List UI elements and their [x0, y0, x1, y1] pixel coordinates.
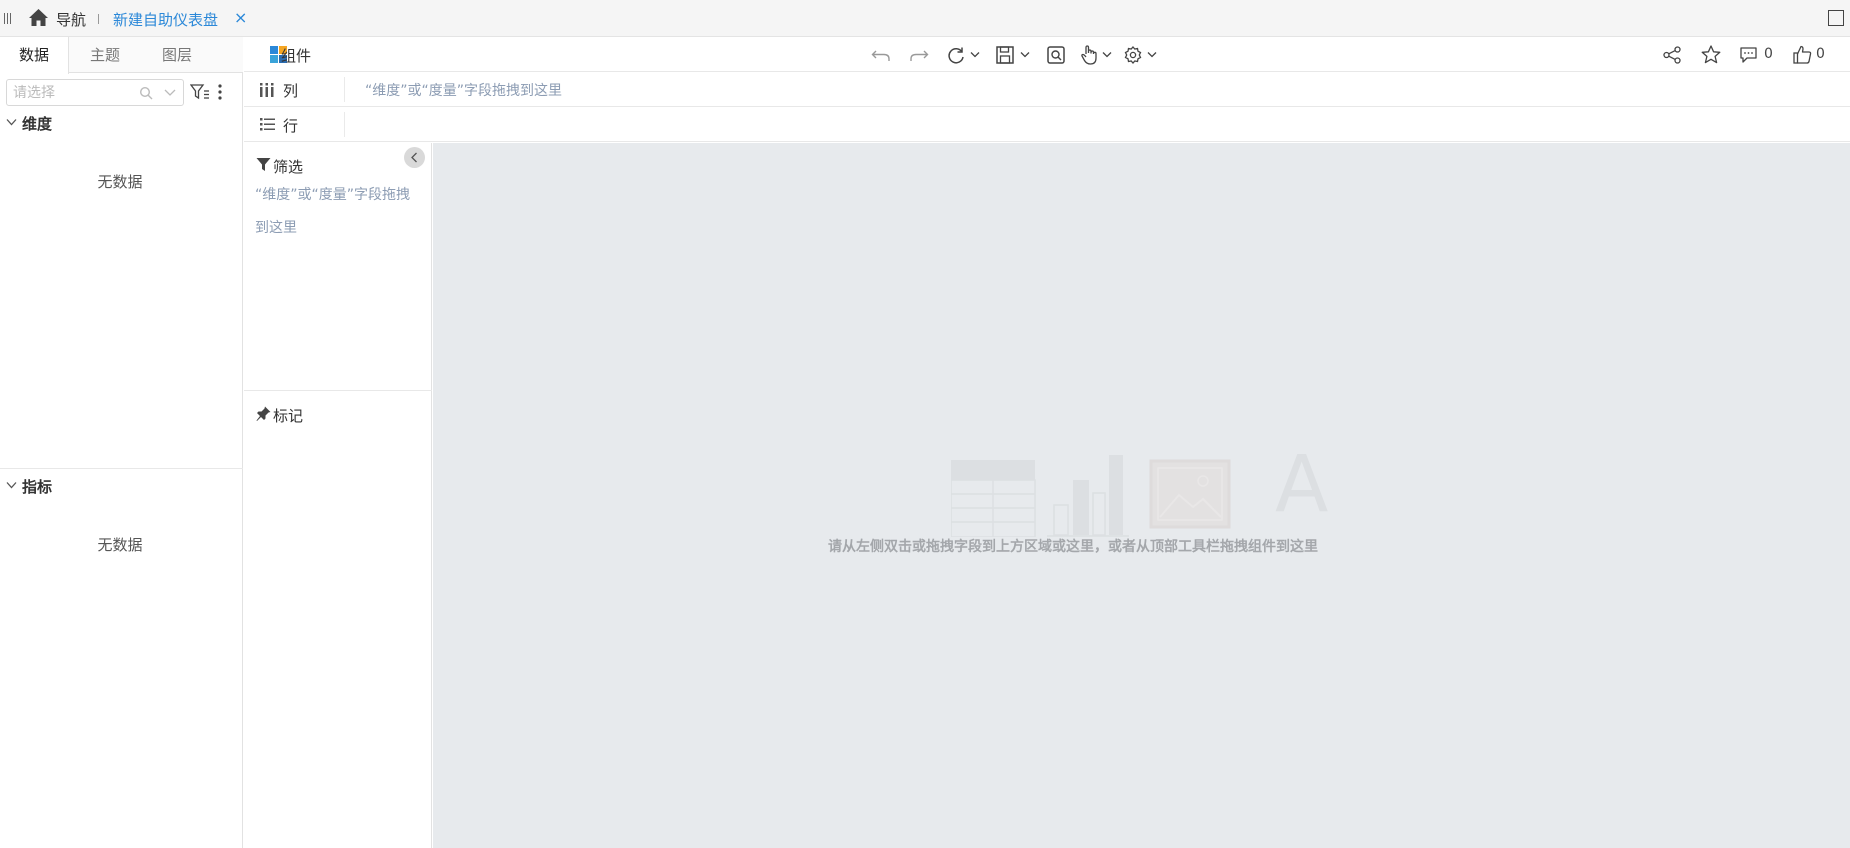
- favorite-star-icon[interactable]: [1701, 45, 1721, 64]
- redo-icon[interactable]: [909, 47, 929, 63]
- image-placeholder-icon: [1149, 459, 1231, 529]
- left-panel-tabs: 数据 主题 图层: [0, 37, 243, 74]
- chevron-down-icon[interactable]: [970, 51, 980, 59]
- filter-options-icon[interactable]: [190, 83, 210, 101]
- chevron-down-icon[interactable]: [1020, 51, 1030, 59]
- tab-layers[interactable]: 图层: [141, 37, 213, 73]
- chevron-down-icon[interactable]: [1147, 51, 1157, 59]
- filter-drop-hint[interactable]: “维度”或“度量”字段拖拽到这里: [255, 179, 415, 245]
- mark-title: 标记: [273, 407, 304, 425]
- components-label: 组件: [281, 47, 312, 65]
- field-search-input[interactable]: [13, 84, 133, 102]
- save-icon[interactable]: [996, 46, 1014, 64]
- top-tab-bar: 导航 新建自助仪表盘 ×: [0, 0, 1850, 37]
- dimensions-section-header[interactable]: 维度: [0, 111, 243, 135]
- close-tab-icon[interactable]: ×: [234, 9, 247, 27]
- more-vertical-icon[interactable]: [217, 83, 223, 101]
- measures-section-header[interactable]: 指标: [0, 474, 243, 498]
- like-count: 0: [1816, 46, 1825, 62]
- settings-gear-icon[interactable]: [1124, 46, 1142, 64]
- share-icon[interactable]: [1662, 46, 1682, 64]
- undo-icon[interactable]: [871, 47, 891, 63]
- filter-mark-panel: 筛选 “维度”或“度量”字段拖拽到这里 标记: [244, 143, 432, 848]
- comment-count: 0: [1764, 46, 1773, 62]
- filter-title: 筛选: [273, 158, 304, 176]
- rows-shelf[interactable]: 行: [244, 107, 1850, 142]
- bar-chart-placeholder-icon: [1047, 455, 1129, 537]
- section-divider: [0, 468, 243, 469]
- field-search-box[interactable]: [6, 79, 184, 106]
- maximize-icon[interactable]: [1828, 10, 1844, 26]
- columns-shelf[interactable]: 列 “维度”或“度量”字段拖拽到这里: [244, 72, 1850, 107]
- dimensions-title: 维度: [22, 115, 53, 133]
- refresh-icon[interactable]: [946, 46, 966, 64]
- chevron-left-icon: [411, 152, 417, 163]
- home-icon[interactable]: [28, 8, 49, 27]
- shelf-divider: [344, 77, 345, 102]
- interaction-hand-icon[interactable]: [1080, 45, 1098, 65]
- tab-theme[interactable]: 主题: [69, 37, 141, 73]
- columns-drop-hint: “维度”或“度量”字段拖拽到这里: [365, 83, 563, 99]
- tab-data[interactable]: 数据: [0, 37, 69, 74]
- dimensions-empty-text: 无数据: [97, 173, 143, 191]
- filter-icon: [256, 158, 271, 171]
- columns-icon: [260, 83, 274, 97]
- nav-tab-label[interactable]: 导航: [56, 9, 86, 30]
- preview-icon[interactable]: [1047, 46, 1065, 64]
- panel-divider: [244, 390, 432, 391]
- components-button[interactable]: 组件: [256, 37, 336, 72]
- rows-list-icon: [260, 118, 275, 131]
- chevron-down-icon: [6, 119, 17, 126]
- canvas-empty-hint: 请从左侧双击或拖拽字段到上方区域或这里，或者从顶部工具栏拖拽组件到这里: [828, 539, 1318, 555]
- toolbar: 组件 0 0: [244, 37, 1850, 72]
- tab-new-dashboard[interactable]: 新建自助仪表盘: [113, 9, 218, 30]
- like-thumb-icon[interactable]: [1793, 45, 1812, 64]
- search-icon[interactable]: [139, 86, 153, 100]
- measures-title: 指标: [22, 478, 53, 496]
- measures-empty-text: 无数据: [97, 536, 143, 554]
- chevron-down-icon[interactable]: [1102, 51, 1112, 59]
- table-placeholder-icon: [951, 460, 1036, 537]
- dashboard-canvas[interactable]: A 请从左侧双击或拖拽字段到上方区域或这里，或者从顶部工具栏拖拽组件到这里: [433, 143, 1850, 848]
- comment-icon[interactable]: [1739, 46, 1758, 64]
- tab-separator: [98, 14, 99, 24]
- rows-label: 行: [283, 117, 299, 135]
- pin-icon: [256, 406, 271, 421]
- text-placeholder-icon: A: [1275, 440, 1329, 530]
- chevron-down-icon[interactable]: [164, 88, 176, 98]
- shelf-divider: [344, 112, 345, 137]
- columns-label: 列: [283, 82, 299, 100]
- data-panel: 数据 主题 图层 维度 无数据 指标 无数据: [0, 37, 243, 848]
- collapse-panel-button[interactable]: [404, 147, 425, 168]
- chevron-down-icon: [6, 482, 17, 489]
- grip-icon[interactable]: [4, 13, 12, 24]
